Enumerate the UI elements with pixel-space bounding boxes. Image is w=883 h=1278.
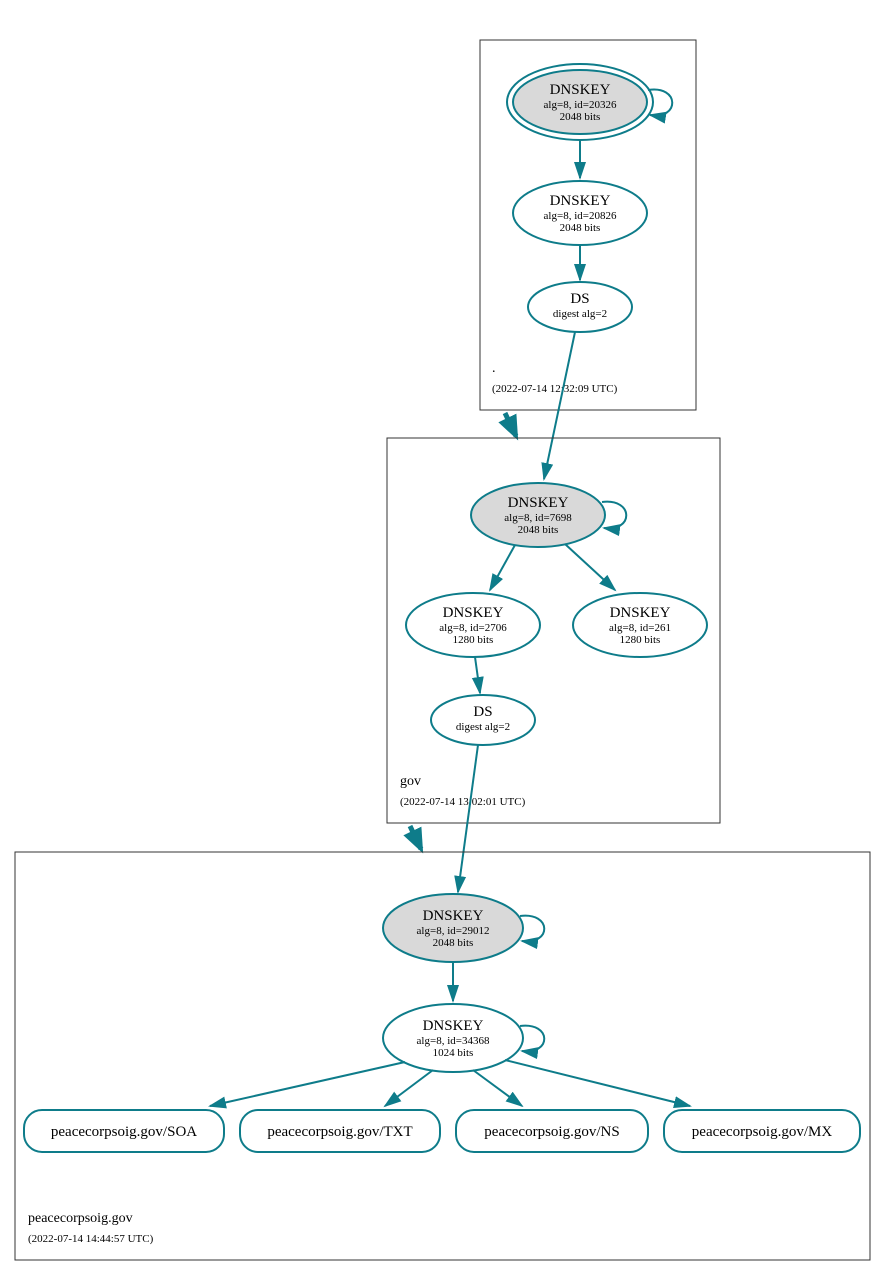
svg-text:DNSKEY: DNSKEY (610, 605, 671, 621)
svg-text:peacecorpsoig.gov/TXT: peacecorpsoig.gov/TXT (267, 1124, 412, 1140)
dnssec-diagram: . (2022-07-14 12:32:09 UTC) DNSKEY alg=8… (0, 0, 883, 1278)
gov-ds (431, 695, 535, 745)
zone-domain-label: peacecorpsoig.gov (28, 1211, 133, 1226)
zone-root-date: (2022-07-14 12:32:09 UTC) (492, 383, 618, 395)
edge-gov-ksk-zsk2 (565, 544, 615, 590)
edge-zone-gov-domain (410, 826, 421, 849)
svg-text:2048 bits: 2048 bits (433, 937, 474, 949)
svg-text:alg=8, id=2706: alg=8, id=2706 (439, 622, 507, 634)
edge-gov-ds-domain-ksk (458, 745, 478, 892)
svg-text:alg=8, id=34368: alg=8, id=34368 (417, 1035, 490, 1047)
edge-gov-zsk1-ds (475, 657, 480, 693)
svg-text:alg=8, id=29012: alg=8, id=29012 (417, 925, 490, 937)
svg-text:2048 bits: 2048 bits (560, 111, 601, 123)
svg-text:DNSKEY: DNSKEY (508, 495, 569, 511)
svg-text:2048 bits: 2048 bits (560, 222, 601, 234)
svg-text:DS: DS (570, 291, 589, 307)
svg-text:alg=8, id=7698: alg=8, id=7698 (504, 512, 572, 524)
svg-text:alg=8, id=261: alg=8, id=261 (609, 622, 671, 634)
svg-text:DS: DS (473, 704, 492, 720)
svg-text:alg=8, id=20326: alg=8, id=20326 (544, 99, 617, 111)
svg-text:peacecorpsoig.gov/MX: peacecorpsoig.gov/MX (692, 1124, 833, 1140)
svg-text:1280 bits: 1280 bits (453, 634, 494, 646)
svg-text:DNSKEY: DNSKEY (423, 1018, 484, 1034)
svg-text:2048 bits: 2048 bits (518, 524, 559, 536)
svg-text:1024 bits: 1024 bits (433, 1047, 474, 1059)
root-ds (528, 282, 632, 332)
zone-domain-date: (2022-07-14 14:44:57 UTC) (28, 1233, 154, 1245)
edge-zone-root-gov (505, 413, 516, 436)
edge-zsk-txt (385, 1070, 433, 1106)
edge-zsk-soa (210, 1062, 405, 1106)
edge-root-ds-gov-ksk (544, 332, 575, 479)
svg-text:DNSKEY: DNSKEY (443, 605, 504, 621)
zone-gov-label: gov (400, 774, 421, 789)
zone-gov-date: (2022-07-14 13:02:01 UTC) (400, 796, 526, 808)
svg-text:digest alg=2: digest alg=2 (553, 308, 607, 320)
svg-text:peacecorpsoig.gov/NS: peacecorpsoig.gov/NS (484, 1124, 619, 1140)
svg-text:alg=8, id=20826: alg=8, id=20826 (544, 210, 617, 222)
edge-zsk-mx (505, 1060, 690, 1106)
svg-text:DNSKEY: DNSKEY (550, 193, 611, 209)
edge-gov-ksk-zsk1 (490, 545, 515, 590)
svg-text:1280 bits: 1280 bits (620, 634, 661, 646)
svg-text:digest alg=2: digest alg=2 (456, 721, 510, 733)
svg-text:DNSKEY: DNSKEY (550, 82, 611, 98)
svg-text:DNSKEY: DNSKEY (423, 908, 484, 924)
zone-root-label: . (492, 361, 496, 376)
svg-text:peacecorpsoig.gov/SOA: peacecorpsoig.gov/SOA (51, 1124, 197, 1140)
edge-zsk-ns (473, 1070, 522, 1106)
